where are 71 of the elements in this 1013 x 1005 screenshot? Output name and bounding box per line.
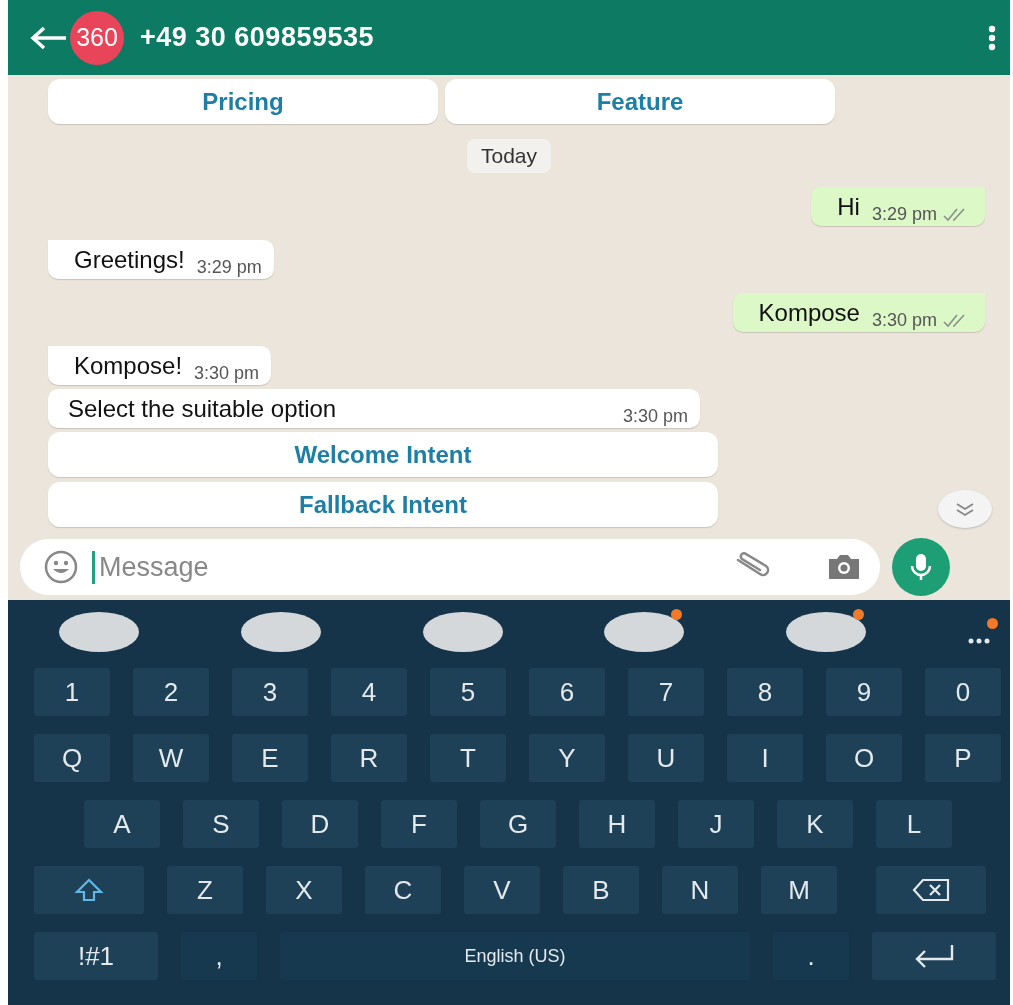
key[interactable]: H bbox=[579, 800, 655, 848]
quick-reply-button[interactable]: Welcome Intent bbox=[48, 432, 718, 477]
key[interactable]: Z bbox=[167, 866, 243, 914]
key[interactable]: W bbox=[133, 734, 209, 782]
suggestion-bubble[interactable] bbox=[604, 612, 685, 652]
outgoing-message: Hi 3:29 pm bbox=[811, 187, 985, 226]
avatar: 360 bbox=[70, 10, 124, 65]
backspace-key[interactable] bbox=[876, 866, 986, 914]
key[interactable]: J bbox=[678, 800, 754, 848]
key[interactable]: G bbox=[480, 800, 556, 848]
key[interactable]: O bbox=[826, 734, 902, 782]
key[interactable]: L bbox=[876, 800, 952, 848]
chevrons-down-icon bbox=[954, 501, 976, 517]
quick-reply-button[interactable]: Feature bbox=[445, 79, 835, 124]
emoji-icon[interactable] bbox=[44, 550, 78, 584]
key[interactable]: A bbox=[84, 800, 160, 848]
key[interactable]: Y bbox=[529, 734, 605, 782]
message-input[interactable]: Message bbox=[92, 550, 718, 584]
backspace-icon bbox=[911, 877, 951, 903]
key[interactable]: M bbox=[761, 866, 837, 914]
key[interactable]: E bbox=[232, 734, 308, 782]
suggestion-bubble[interactable] bbox=[786, 612, 867, 652]
key[interactable]: 1 bbox=[34, 668, 110, 716]
key[interactable]: R bbox=[331, 734, 407, 782]
key[interactable]: 4 bbox=[331, 668, 407, 716]
outgoing-message: Kompose 3:30 pm bbox=[732, 293, 985, 332]
key[interactable]: 7 bbox=[628, 668, 704, 716]
notification-dot bbox=[671, 609, 683, 620]
more-icon[interactable] bbox=[968, 636, 992, 644]
key[interactable]: U bbox=[628, 734, 704, 782]
menu-icon[interactable] bbox=[988, 24, 996, 51]
key[interactable]: V bbox=[464, 866, 540, 914]
key[interactable]: 6 bbox=[529, 668, 605, 716]
shift-key[interactable] bbox=[34, 866, 144, 914]
microphone-button[interactable] bbox=[892, 538, 950, 596]
key[interactable]: N bbox=[662, 866, 738, 914]
key[interactable]: 2 bbox=[133, 668, 209, 716]
quick-reply-button[interactable]: Pricing bbox=[48, 79, 438, 124]
key[interactable]: T bbox=[430, 734, 506, 782]
incoming-message: Kompose! 3:30 pm bbox=[48, 346, 272, 385]
incoming-message: Select the suitable option 3:30 pm bbox=[48, 389, 700, 428]
key[interactable]: . bbox=[773, 932, 849, 980]
key[interactable]: K bbox=[777, 800, 853, 848]
date-chip: Today bbox=[466, 139, 551, 173]
scroll-down-button[interactable] bbox=[938, 490, 992, 528]
key[interactable]: 0 bbox=[925, 668, 1001, 716]
key[interactable]: 8 bbox=[727, 668, 803, 716]
key[interactable]: 3 bbox=[232, 668, 308, 716]
key[interactable]: X bbox=[266, 866, 342, 914]
key[interactable]: 9 bbox=[826, 668, 902, 716]
camera-icon[interactable] bbox=[826, 553, 862, 581]
contact-title[interactable]: +49 30 609859535 bbox=[140, 22, 374, 53]
key[interactable]: I bbox=[727, 734, 803, 782]
key[interactable]: C bbox=[365, 866, 441, 914]
space-key[interactable]: English (US) bbox=[280, 932, 750, 980]
key[interactable]: , bbox=[181, 932, 257, 980]
key[interactable]: P bbox=[925, 734, 1001, 782]
key[interactable]: 5 bbox=[430, 668, 506, 716]
symbols-key[interactable]: !#1 bbox=[34, 932, 158, 980]
key[interactable]: F bbox=[381, 800, 457, 848]
key[interactable]: Q bbox=[34, 734, 110, 782]
microphone-icon bbox=[909, 552, 933, 582]
quick-reply-button[interactable]: Fallback Intent bbox=[48, 482, 718, 527]
message-bar[interactable]: Message bbox=[20, 539, 880, 595]
shift-icon bbox=[74, 877, 104, 903]
key[interactable]: B bbox=[563, 866, 639, 914]
incoming-message: Greetings! 3:29 pm bbox=[48, 240, 274, 279]
key[interactable]: S bbox=[183, 800, 259, 848]
key[interactable]: D bbox=[282, 800, 358, 848]
enter-key[interactable] bbox=[872, 932, 996, 980]
notification-dot bbox=[853, 609, 865, 620]
